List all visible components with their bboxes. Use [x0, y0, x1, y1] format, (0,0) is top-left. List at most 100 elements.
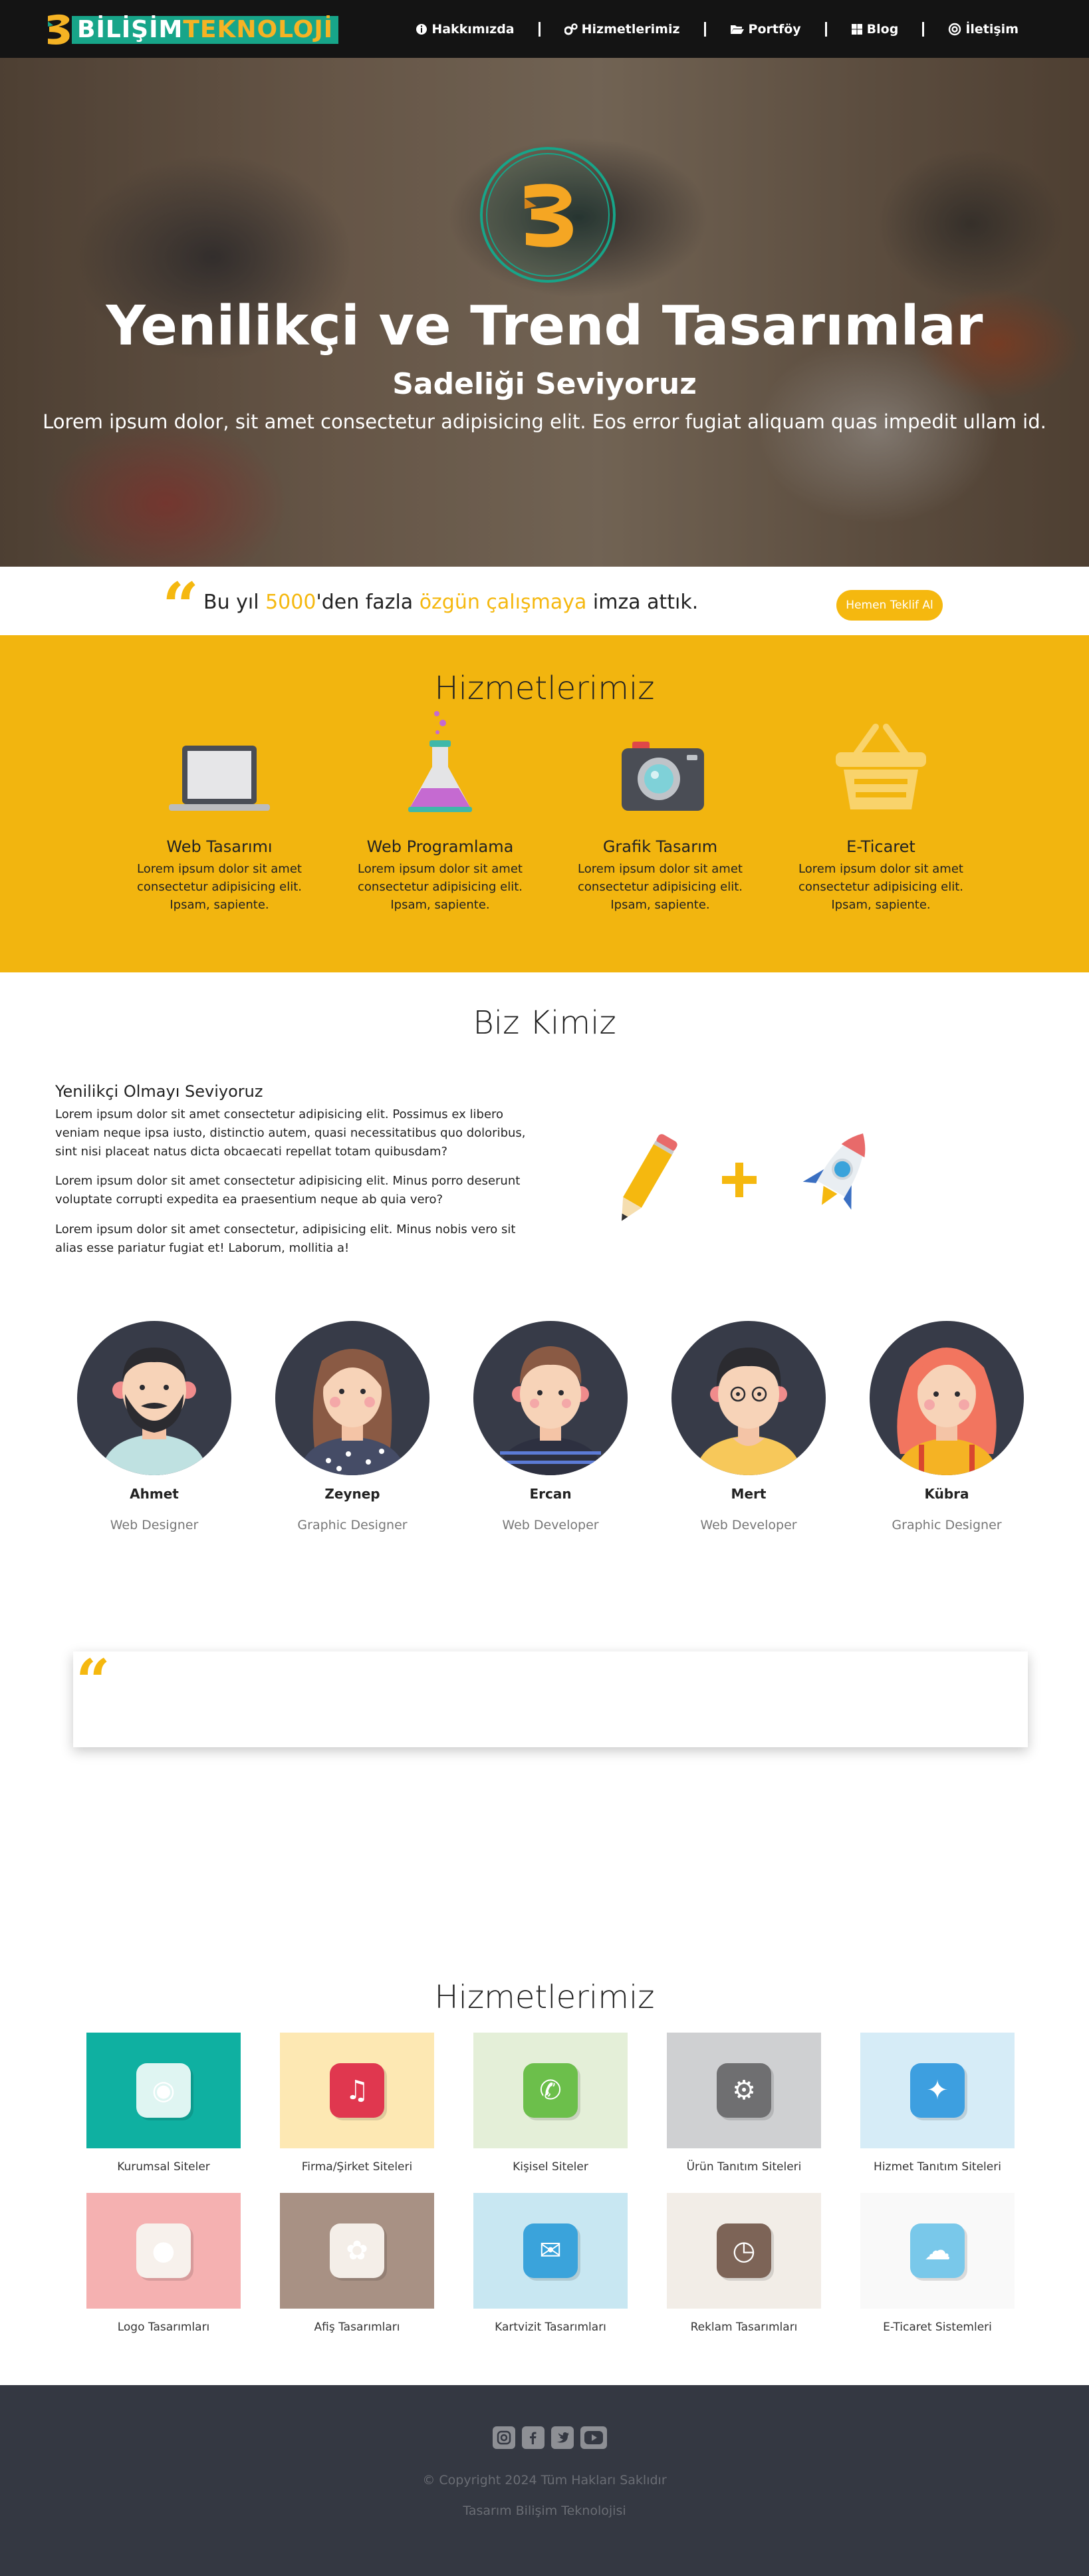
member-name: Ercan [529, 1486, 572, 1502]
service-desc: Lorem ipsum dolor sit amet consectetur a… [798, 862, 963, 912]
member-name: Zeynep [324, 1486, 380, 1502]
nav-item-hizmetlerimiz[interactable]: Hizmetlerimiz [541, 22, 704, 37]
achievement-text: Bu yıl 5000'den fazla özgün çalışmaya im… [203, 591, 698, 614]
section-title: Hizmetlerimiz [434, 670, 655, 707]
folder-open-icon [730, 25, 744, 34]
team-member-zeynep[interactable]: Zeynep Graphic Designer [273, 1321, 432, 1532]
copyright-text: © Copyright 2024 Tüm Hakları Saklıdır [422, 2473, 667, 2488]
footer: © Copyright 2024 Tüm Hakları Saklıdır Ta… [0, 2385, 1089, 2576]
nav-item-hakkimizda[interactable]: Hakkımızda [392, 22, 538, 37]
member-role: Web Developer [502, 1518, 599, 1532]
youtube-icon[interactable] [580, 2426, 607, 2449]
site-logo[interactable]: BİLİŞİMTEKNOLOJİ [45, 12, 339, 48]
about-paragraph: Lorem ipsum dolor sit amet consectetur, … [55, 1222, 516, 1255]
team-member-ercan[interactable]: Ercan Web Developer [471, 1321, 630, 1532]
service-tile[interactable]: ✆ Kişisel Siteler [473, 2033, 628, 2174]
twitter-icon[interactable] [551, 2426, 574, 2449]
service-name: Web Programlama [366, 837, 514, 856]
achievement-text-middle: 'den fazla [316, 591, 420, 614]
cogs-icon [564, 23, 578, 35]
service-tile-label: Reklam Tasarımları [690, 2321, 798, 2334]
services-grid-title: Hizmetlerimiz [434, 1979, 655, 2016]
achievement-text-before: Bu yıl [203, 591, 266, 614]
service-desc: Lorem ipsum dolor sit amet consectetur a… [358, 862, 523, 912]
service-card-ecommerce[interactable]: E-Ticaret Lorem ipsum dolor sit amet con… [788, 708, 974, 914]
member-name: Mert [731, 1486, 767, 1502]
service-tile-image: ♫ [280, 2033, 434, 2148]
credit-text: Tasarım Bilişim Teknolojisi [463, 2504, 626, 2518]
pencil-plus-rocket-illustration [622, 1133, 866, 1221]
social-links [493, 2426, 607, 2449]
service-tile[interactable]: ◉ Kurumsal Siteler [86, 2033, 241, 2174]
member-role: Graphic Designer [297, 1518, 408, 1532]
member-role: Graphic Designer [892, 1518, 1002, 1532]
clock-icon: ◷ [717, 2223, 771, 2278]
avatar-kubra [870, 1321, 1024, 1475]
service-tile-label: Hizmet Tanıtım Siteleri [874, 2160, 1001, 2174]
achievement-bar: “ Bu yıl 5000'den fazla özgün çalışmaya … [0, 567, 1089, 639]
avatar-zeynep [275, 1321, 429, 1475]
top-navbar: BİLİŞİMTEKNOLOJİ Hakkımızda Hizmetlerimi… [0, 0, 1089, 58]
service-tile[interactable]: ● Logo Tasarımları [86, 2193, 241, 2334]
hero-logo-emblem [480, 147, 616, 283]
member-role: Web Designer [110, 1518, 199, 1532]
instagram-icon[interactable] [493, 2426, 515, 2449]
team-member-mert[interactable]: Mert Web Developer [669, 1321, 828, 1532]
service-tile-label: Kurumsal Siteler [117, 2160, 210, 2174]
camera-icon [622, 742, 704, 811]
nav-item-label: Blog [866, 21, 899, 37]
team-member-ahmet[interactable]: Ahmet Web Designer [74, 1321, 234, 1532]
service-tile-image: ⚙ [667, 2033, 821, 2148]
quote-open-icon: “ [162, 569, 199, 644]
service-tile[interactable]: ⚙ Ürün Tanıtım Siteleri [667, 2033, 821, 2174]
logo-word-1: BİLİŞİM [77, 16, 183, 43]
mail-icon: ✉ [523, 2223, 578, 2278]
settings-gear-icon: ⚙ [717, 2063, 771, 2118]
service-tile[interactable]: ✿ Afiş Tasarımları [280, 2193, 434, 2334]
camera-app-icon: ◉ [136, 2063, 191, 2118]
nav-item-blog[interactable]: Blog [827, 22, 923, 37]
achievement-count: 5000 [265, 591, 316, 614]
service-tile-image: ◉ [86, 2033, 241, 2148]
service-tile-label: Logo Tasarımları [117, 2321, 210, 2334]
music-note-icon: ♫ [330, 2063, 384, 2118]
facebook-icon[interactable] [522, 2426, 544, 2449]
service-desc: Lorem ipsum dolor sit amet consectetur a… [578, 862, 743, 912]
service-tile-image: ☁ [860, 2193, 1015, 2309]
testimonial-card: “ [73, 1651, 1028, 1747]
nav-item-label: Hizmetlerimiz [581, 21, 680, 37]
hero-text: Lorem ipsum dolor, sit amet consectetur … [43, 410, 1046, 433]
quote-open-icon: “ [76, 1646, 110, 1717]
service-tile[interactable]: ✉ Kartvizit Tasarımları [473, 2193, 628, 2334]
service-card-web-programming[interactable]: Web Programlama Lorem ipsum dolor sit am… [347, 708, 533, 914]
service-tile-label: Ürün Tanıtım Siteleri [686, 2160, 802, 2174]
nav-item-label: Portföy [748, 21, 801, 37]
service-tile-label: Afiş Tasarımları [314, 2321, 400, 2334]
service-tile-image: ✆ [473, 2033, 628, 2148]
phone-icon: ✆ [523, 2063, 578, 2118]
avatar-ahmet [77, 1321, 231, 1475]
nav-item-portfoy[interactable]: Portföy [706, 22, 825, 37]
service-tile-label: E-Ticaret Sistemleri [883, 2321, 992, 2334]
chat-bubbles-icon: ● [136, 2223, 191, 2278]
member-role: Web Developer [700, 1518, 797, 1532]
achievement-highlight: özgün çalışmaya [419, 591, 587, 614]
service-tile[interactable]: ☁ E-Ticaret Sistemleri [860, 2193, 1015, 2334]
service-tile[interactable]: ✦ Hizmet Tanıtım Siteleri [860, 2033, 1015, 2174]
team-member-kubra[interactable]: Kübra Graphic Designer [867, 1321, 1027, 1532]
service-tile-image: ● [86, 2193, 241, 2309]
logo-word-2: TEKNOLOJİ [183, 16, 334, 43]
member-name: Kübra [924, 1486, 969, 1502]
service-tile-image: ✿ [280, 2193, 434, 2309]
service-card-graphic-design[interactable]: Grafik Tasarım Lorem ipsum dolor sit ame… [567, 708, 753, 914]
service-tile[interactable]: ◷ Reklam Tasarımları [667, 2193, 821, 2334]
service-name: E-Ticaret [846, 837, 915, 856]
get-quote-button[interactable]: Hemen Teklif Al [836, 590, 943, 621]
about-paragraph: Lorem ipsum dolor sit amet consectetur a… [55, 1174, 521, 1207]
logo-text: BİLİŞİMTEKNOLOJİ [72, 16, 339, 44]
service-card-web-design[interactable]: Web Tasarımı Lorem ipsum dolor sit amet … [126, 708, 312, 914]
nav-item-iletisim[interactable]: İletişim [924, 22, 1042, 37]
service-tile[interactable]: ♫ Firma/Şirket Siteleri [280, 2033, 434, 2174]
rocket-icon [802, 1133, 866, 1210]
nav-menu: Hakkımızda Hizmetlerimiz Portföy Blog İl… [392, 0, 1042, 58]
